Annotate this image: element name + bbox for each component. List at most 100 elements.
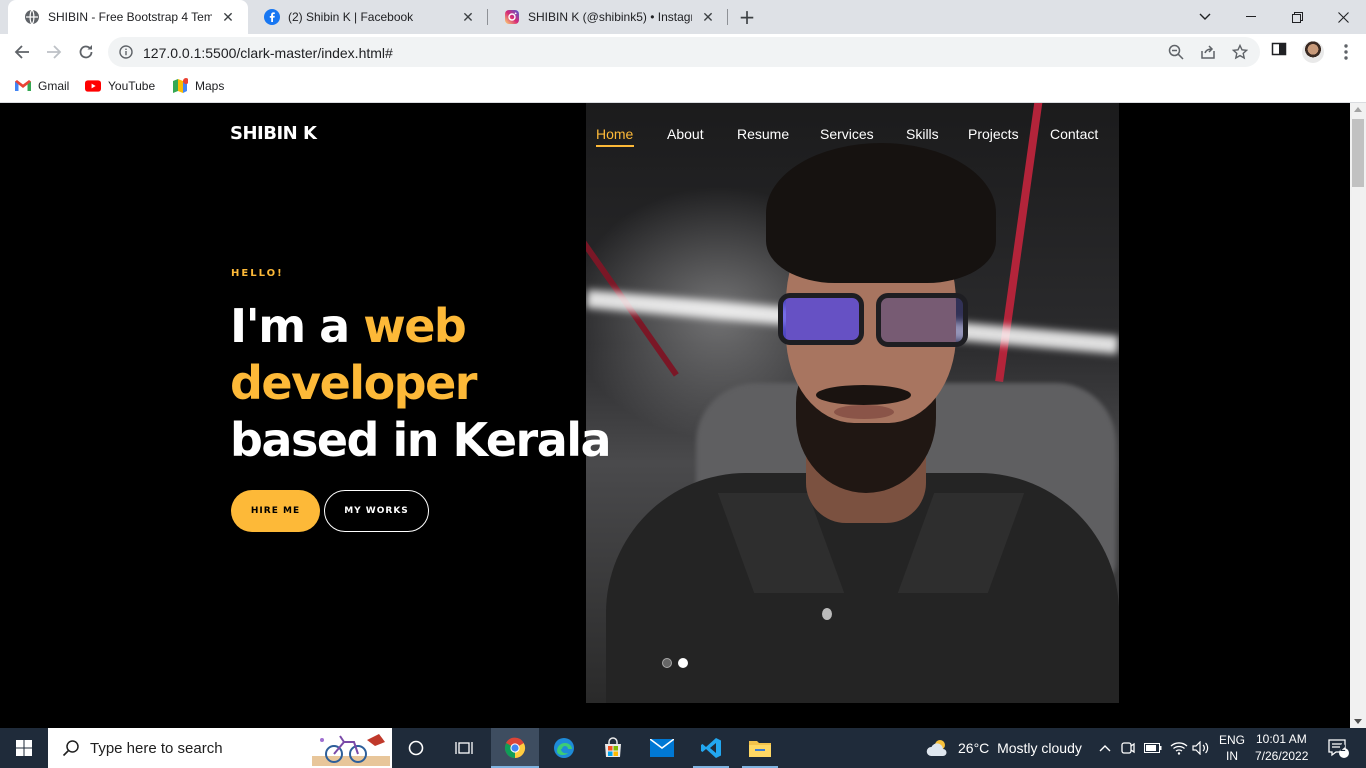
nav-services[interactable]: Services — [820, 126, 874, 148]
nav-active-underline — [596, 145, 634, 147]
weather-desc: Mostly cloudy — [997, 740, 1082, 756]
tab-instagram[interactable]: SHIBIN K (@shibink5) • Instagram ✕ — [488, 0, 728, 34]
page-scrollbar[interactable] — [1350, 103, 1366, 728]
task-view-icon — [455, 742, 473, 754]
minimize-icon — [1246, 16, 1256, 17]
close-icon[interactable]: ✕ — [700, 9, 716, 25]
new-tab-button[interactable]: + — [737, 7, 757, 27]
side-panel-icon[interactable] — [1271, 41, 1287, 57]
weather-icon[interactable] — [926, 728, 950, 768]
restore-icon — [1291, 11, 1303, 23]
weather-widget[interactable]: 26°C Mostly cloudy — [958, 740, 1082, 756]
reload-icon — [79, 45, 93, 59]
maps-icon — [172, 78, 188, 94]
tab-shibin[interactable]: SHIBIN - Free Bootstrap 4 Templa ✕ — [8, 0, 248, 34]
search-highlight-illustration[interactable] — [312, 730, 390, 766]
share-icon[interactable] — [1200, 44, 1216, 60]
taskbar-store[interactable] — [589, 728, 637, 768]
bookmark-gmail[interactable]: Gmail — [15, 77, 69, 95]
close-icon[interactable]: ✕ — [460, 9, 476, 25]
url-text: 127.0.0.1:5500/clark-master/index.html# — [143, 45, 393, 61]
scroll-down-icon[interactable] — [1354, 719, 1362, 724]
headline-highlight: developer — [230, 356, 478, 410]
taskbar-file-explorer[interactable] — [736, 728, 784, 768]
tab-facebook[interactable]: (2) Shibin K | Facebook ✕ — [248, 0, 488, 34]
clock-date[interactable]: 7/26/2022 — [1255, 749, 1308, 763]
cortana-icon — [408, 740, 424, 756]
bookmark-label: Maps — [195, 79, 225, 93]
language-code: ENG — [1219, 733, 1246, 747]
close-icon[interactable]: ✕ — [220, 9, 236, 25]
site-brand[interactable]: SHIBIN K — [230, 123, 317, 144]
hire-me-button[interactable]: HIRE ME — [231, 490, 320, 532]
taskbar-chrome[interactable] — [491, 728, 539, 768]
show-hidden-icons[interactable] — [1096, 728, 1114, 768]
address-bar[interactable]: 127.0.0.1:5500/clark-master/index.html# — [108, 37, 1260, 67]
close-window-button[interactable] — [1320, 0, 1366, 34]
windows-taskbar: Type here to search 26°C Mostly cloudy E… — [0, 728, 1366, 768]
vscode-icon — [701, 738, 721, 758]
nav-about[interactable]: About — [667, 126, 704, 148]
forward-button[interactable] — [42, 40, 66, 64]
volume-icon[interactable] — [1190, 728, 1212, 768]
nav-projects[interactable]: Projects — [968, 126, 1019, 148]
nav-resume[interactable]: Resume — [737, 126, 789, 148]
region-indicator[interactable]: IN — [1226, 749, 1238, 763]
search-icon — [62, 740, 79, 757]
browser-tab-strip: SHIBIN - Free Bootstrap 4 Templa ✕ (2) S… — [0, 0, 1366, 34]
taskbar-edge[interactable] — [540, 728, 588, 768]
scroll-up-icon[interactable] — [1354, 107, 1362, 112]
profile-avatar[interactable] — [1302, 41, 1324, 63]
cortana-button[interactable] — [392, 728, 440, 768]
minimize-button[interactable] — [1228, 0, 1274, 34]
nav-skills[interactable]: Skills — [906, 126, 939, 148]
bookmark-star-icon[interactable] — [1232, 44, 1248, 60]
tab-title: (2) Shibin K | Facebook — [288, 10, 414, 24]
notification-center-button[interactable]: 2 — [1318, 728, 1358, 768]
arrow-right-icon — [47, 45, 62, 59]
hero-headline-line2: developer — [230, 354, 478, 412]
hero-headline-line1: I'm a web — [230, 297, 467, 355]
chrome-icon — [504, 737, 526, 759]
close-icon — [1337, 11, 1349, 23]
hero-greeting: HELLO! — [231, 268, 284, 279]
tab-separator — [727, 9, 728, 25]
battery-icon[interactable] — [1142, 728, 1164, 768]
browser-toolbar: 127.0.0.1:5500/clark-master/index.html# — [0, 34, 1366, 70]
tab-search-button[interactable] — [1182, 0, 1228, 34]
restore-button[interactable] — [1274, 0, 1320, 34]
globe-icon — [24, 9, 40, 25]
meet-now-icon[interactable] — [1118, 728, 1138, 768]
reload-button[interactable] — [74, 40, 98, 64]
taskbar-search[interactable]: Type here to search — [48, 728, 392, 768]
more-menu-icon[interactable] — [1338, 42, 1354, 62]
mail-icon — [650, 739, 674, 757]
folder-icon — [749, 741, 771, 757]
page-viewport: SHIBIN K Home About Resume Services Skil… — [0, 103, 1350, 728]
scrollbar-thumb[interactable] — [1352, 119, 1364, 187]
bookmarks-bar: Gmail YouTube Maps — [0, 70, 1366, 103]
chevron-down-icon — [1199, 13, 1211, 20]
region-code: IN — [1226, 749, 1238, 763]
wifi-icon[interactable] — [1168, 728, 1190, 768]
back-button[interactable] — [10, 40, 34, 64]
my-works-button[interactable]: MY WORKS — [324, 490, 429, 532]
slider-dot-active[interactable] — [678, 658, 688, 668]
clock-time[interactable]: 10:01 AM — [1256, 732, 1307, 746]
windows-icon — [16, 740, 32, 756]
info-icon[interactable] — [119, 45, 133, 59]
bookmark-maps[interactable]: Maps — [172, 77, 224, 95]
bookmark-youtube[interactable]: YouTube — [85, 77, 155, 95]
nav-contact[interactable]: Contact — [1050, 126, 1098, 148]
weather-temp: 26°C — [958, 740, 990, 756]
language-indicator[interactable]: ENG — [1219, 733, 1245, 747]
slider-dot[interactable] — [662, 658, 672, 668]
tab-title: SHIBIN K (@shibink5) • Instagram — [528, 10, 692, 24]
taskbar-mail[interactable] — [638, 728, 686, 768]
taskbar-vscode[interactable] — [687, 728, 735, 768]
bookmark-label: YouTube — [108, 79, 156, 93]
start-button[interactable] — [0, 728, 48, 768]
arrow-left-icon — [14, 45, 29, 59]
zoom-icon[interactable] — [1168, 44, 1184, 60]
task-view-button[interactable] — [440, 728, 488, 768]
